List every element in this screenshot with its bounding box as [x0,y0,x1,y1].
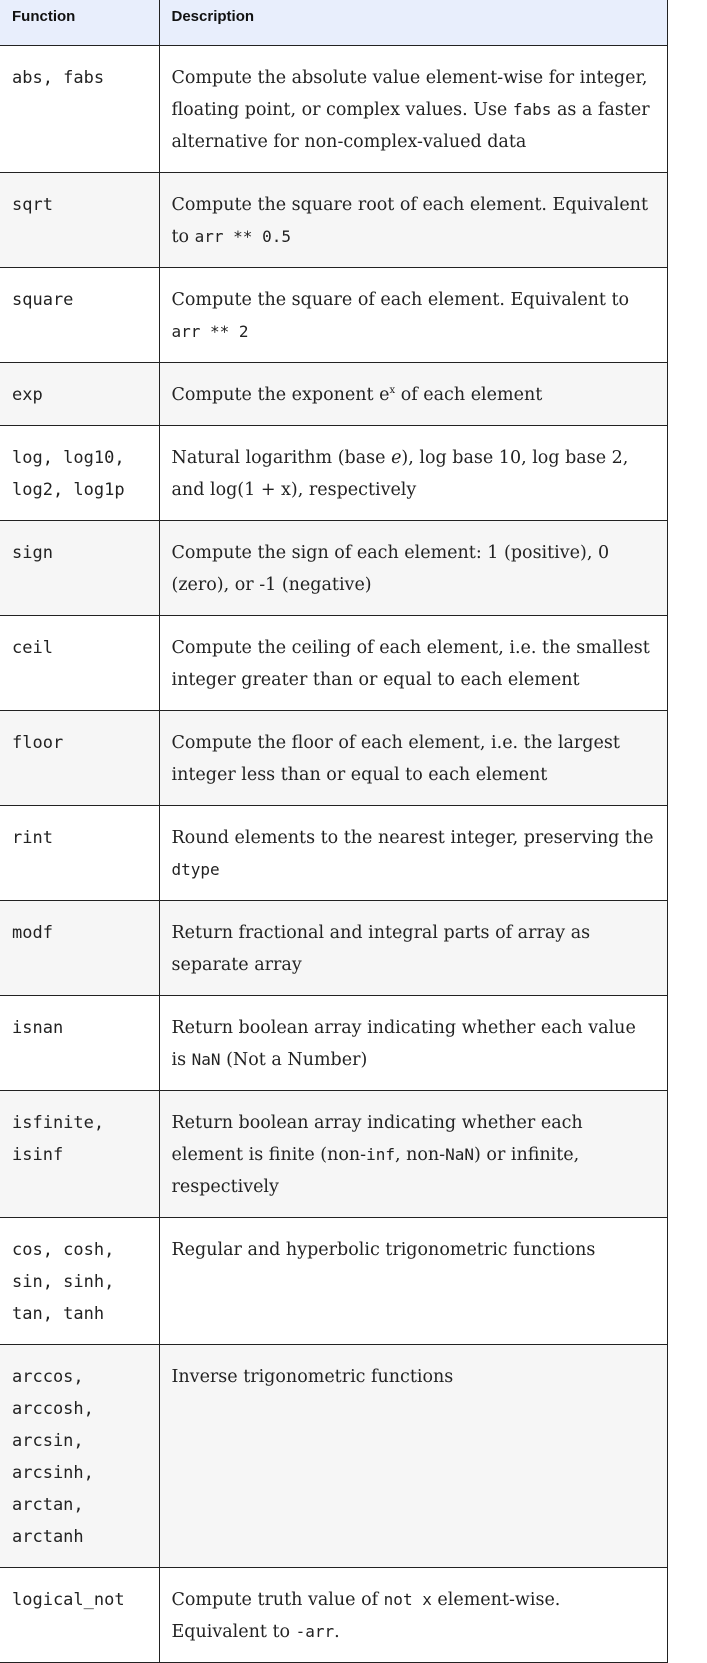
inline-code: not x [383,1589,432,1609]
description-cell: Compute the square of each element. Equi… [158,266,668,363]
inline-code: NaN [191,1049,221,1069]
header-row: Function Description [0,0,668,46]
description-text: Natural logarithm (base [171,447,392,468]
table-row: logical_not Compute truth value of not x … [0,1566,668,1663]
function-cell: logical_not [0,1566,160,1663]
description-cell: Inverse trigonometric functions [158,1343,668,1568]
function-cell: sqrt [0,171,160,268]
function-cell: isnan [0,994,160,1091]
description-text: Compute the ceiling of each element, i.e… [171,637,650,690]
table-row: rint Round elements to the nearest intege… [0,804,668,901]
description-cell: Return fractional and integral parts of … [158,899,668,996]
description-column-header: Description [159,0,668,46]
inline-code: NaN [445,1144,475,1164]
description-cell: Compute truth value of not x element-wis… [158,1566,668,1663]
function-cell: sign [0,519,160,616]
description-text: Round elements to the nearest integer, p… [171,827,654,848]
function-cell: exp [0,361,160,426]
function-cell: floor [0,709,160,806]
inline-code: arr ** 0.5 [194,226,291,246]
description-text: Compute the exponent e [171,384,390,405]
function-cell: abs, fabs [0,44,160,173]
function-column-header: Function [0,0,160,46]
function-cell: ceil [0,614,160,711]
description-text: Compute the square of each element. Equi… [171,289,630,310]
description-text: Compute the sign of each element: 1 (pos… [171,542,610,595]
description-cell: Compute the exponent ex of each element [158,361,668,426]
italic-text: e [391,447,402,468]
ufunc-table: Function Description abs, fabs Compute th… [0,0,668,1663]
description-text: Compute the floor of each element, i.e. … [171,732,620,785]
function-cell: cos, cosh, sin, sinh, tan, tanh [0,1216,160,1345]
description-text: . [334,1621,340,1642]
description-text: Regular and hyperbolic trigonometric fun… [171,1239,596,1260]
function-cell: modf [0,899,160,996]
table-row: sqrt Compute the square root of each elem… [0,171,668,268]
description-text: , non- [394,1144,446,1165]
function-cell: log, log10, log2, log1p [0,424,160,521]
table-row: isnan Return boolean array indicating whe… [0,994,668,1091]
function-cell: rint [0,804,160,901]
table-row: ceil Compute the ceiling of each element,… [0,614,668,711]
function-cell: isfinite, isinf [0,1089,160,1218]
inline-code: -arr [295,1621,335,1641]
table-row: sign Compute the sign of each element: 1 … [0,519,668,616]
table-row: abs, fabs Compute the absolute value elem… [0,44,668,173]
description-text: (Not a Number) [220,1049,368,1070]
table-row: modf Return fractional and integral parts… [0,899,668,996]
description-cell: Compute the square root of each element.… [158,171,668,268]
table-row: exp Compute the exponent ex of each eleme… [0,361,668,426]
description-text: Inverse trigonometric functions [171,1366,454,1387]
description-cell: Return boolean array indicating whether … [158,994,668,1091]
description-cell: Compute the floor of each element, i.e. … [158,709,668,806]
description-text: of each element [395,384,543,405]
table-row: floor Compute the floor of each element, … [0,709,668,806]
description-cell: Compute the sign of each element: 1 (pos… [158,519,668,616]
table-row: square Compute the square of each element… [0,266,668,363]
description-cell: Return boolean array indicating whether … [158,1089,668,1218]
table-body: abs, fabs Compute the absolute value elem… [0,44,668,1663]
function-cell: arccos, arccosh, arcsin, arcsinh, arctan… [0,1343,160,1568]
description-cell: Regular and hyperbolic trigonometric fun… [158,1216,668,1345]
description-cell: Round elements to the nearest integer, p… [158,804,668,901]
description-cell: Compute the absolute value element-wise … [158,44,668,173]
inline-code: fabs [512,99,552,119]
description-cell: Natural logarithm (base e), log base 10,… [158,424,668,521]
description-text: Return fractional and integral parts of … [171,922,591,975]
table-row: log, log10, log2, log1p Natural logarithm… [0,424,668,521]
inline-code: arr ** 2 [171,321,249,341]
inline-code: inf [366,1144,395,1164]
table-row: arccos, arccosh, arcsin, arcsinh, arctan… [0,1343,668,1568]
table-header: Function Description [0,0,668,46]
description-text: Compute truth value of [171,1589,384,1610]
inline-code: dtype [171,859,220,879]
description-cell: Compute the ceiling of each element, i.e… [158,614,668,711]
table-row: cos, cosh, sin, sinh, tan, tanh Regular a… [0,1216,668,1345]
table-row: isfinite, isinf Return boolean array indi… [0,1089,668,1218]
function-cell: square [0,266,160,363]
